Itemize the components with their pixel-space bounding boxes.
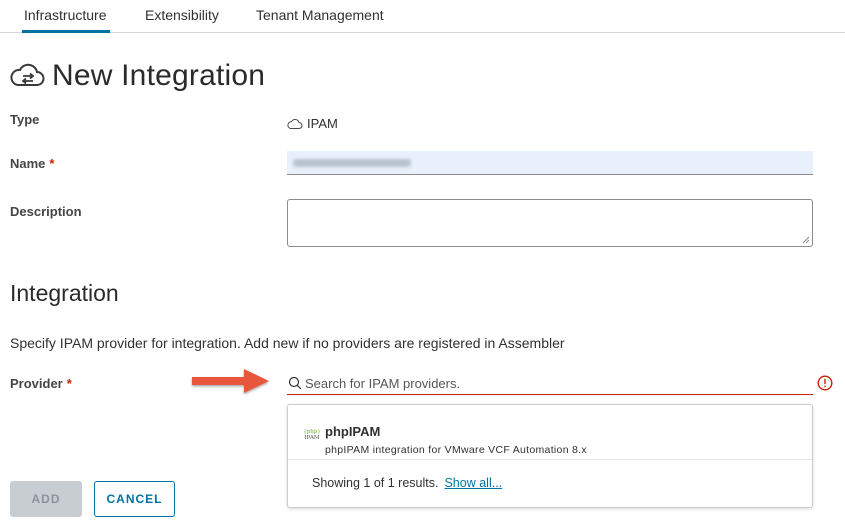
name-label-text: Name [10, 156, 46, 171]
results-count-text: Showing 1 of 1 results. [312, 476, 439, 490]
phpipam-logo-icon: {php} IPAM [303, 429, 321, 446]
tab-infrastructure[interactable]: Infrastructure [22, 7, 111, 33]
redacted-name-value [293, 159, 411, 167]
provider-option-phpipam[interactable]: {php} IPAM phpIPAM phpIPAM integration f… [288, 405, 812, 460]
type-value-text: IPAM [307, 116, 338, 131]
provider-option-name: phpIPAM [325, 424, 381, 439]
cloud-icon [287, 118, 303, 129]
type-label: Type [10, 112, 40, 127]
tab-extensibility[interactable]: Extensibility [145, 7, 219, 33]
show-all-link[interactable]: Show all... [444, 476, 502, 490]
provider-label-text: Provider [10, 376, 63, 391]
required-mark: * [49, 156, 55, 171]
type-value: IPAM [287, 116, 338, 131]
provider-dropdown: {php} IPAM phpIPAM phpIPAM integration f… [287, 404, 813, 508]
logo-bottom-text: IPAM [304, 434, 320, 441]
cancel-button[interactable]: CANCEL [94, 481, 175, 517]
provider-search-field[interactable] [287, 372, 813, 395]
integration-section-title: Integration [10, 280, 119, 306]
description-label: Description [10, 204, 82, 219]
provider-option-description: phpIPAM integration for VMware VCF Autom… [325, 444, 587, 456]
name-field[interactable] [287, 151, 813, 175]
provider-search-input[interactable] [305, 374, 805, 392]
integration-info-text: Specify IPAM provider for integration. A… [10, 335, 565, 351]
tab-tenant-management[interactable]: Tenant Management [256, 7, 384, 33]
annotation-arrow-icon [192, 369, 269, 393]
results-footer: Showing 1 of 1 results. Show all... [312, 476, 502, 490]
search-icon [288, 376, 302, 390]
cloud-transfer-icon [10, 63, 45, 86]
resize-handle-icon[interactable] [802, 236, 810, 244]
description-textarea[interactable] [287, 199, 813, 247]
error-icon [817, 375, 833, 391]
provider-label: Provider * [10, 376, 72, 391]
top-tab-bar: Infrastructure Extensibility Tenant Mana… [0, 0, 845, 33]
required-mark: * [66, 376, 72, 391]
page-title: New Integration [52, 59, 266, 92]
add-button[interactable]: ADD [10, 481, 82, 517]
name-label: Name * [10, 156, 54, 171]
page-header: New Integration [10, 56, 265, 96]
